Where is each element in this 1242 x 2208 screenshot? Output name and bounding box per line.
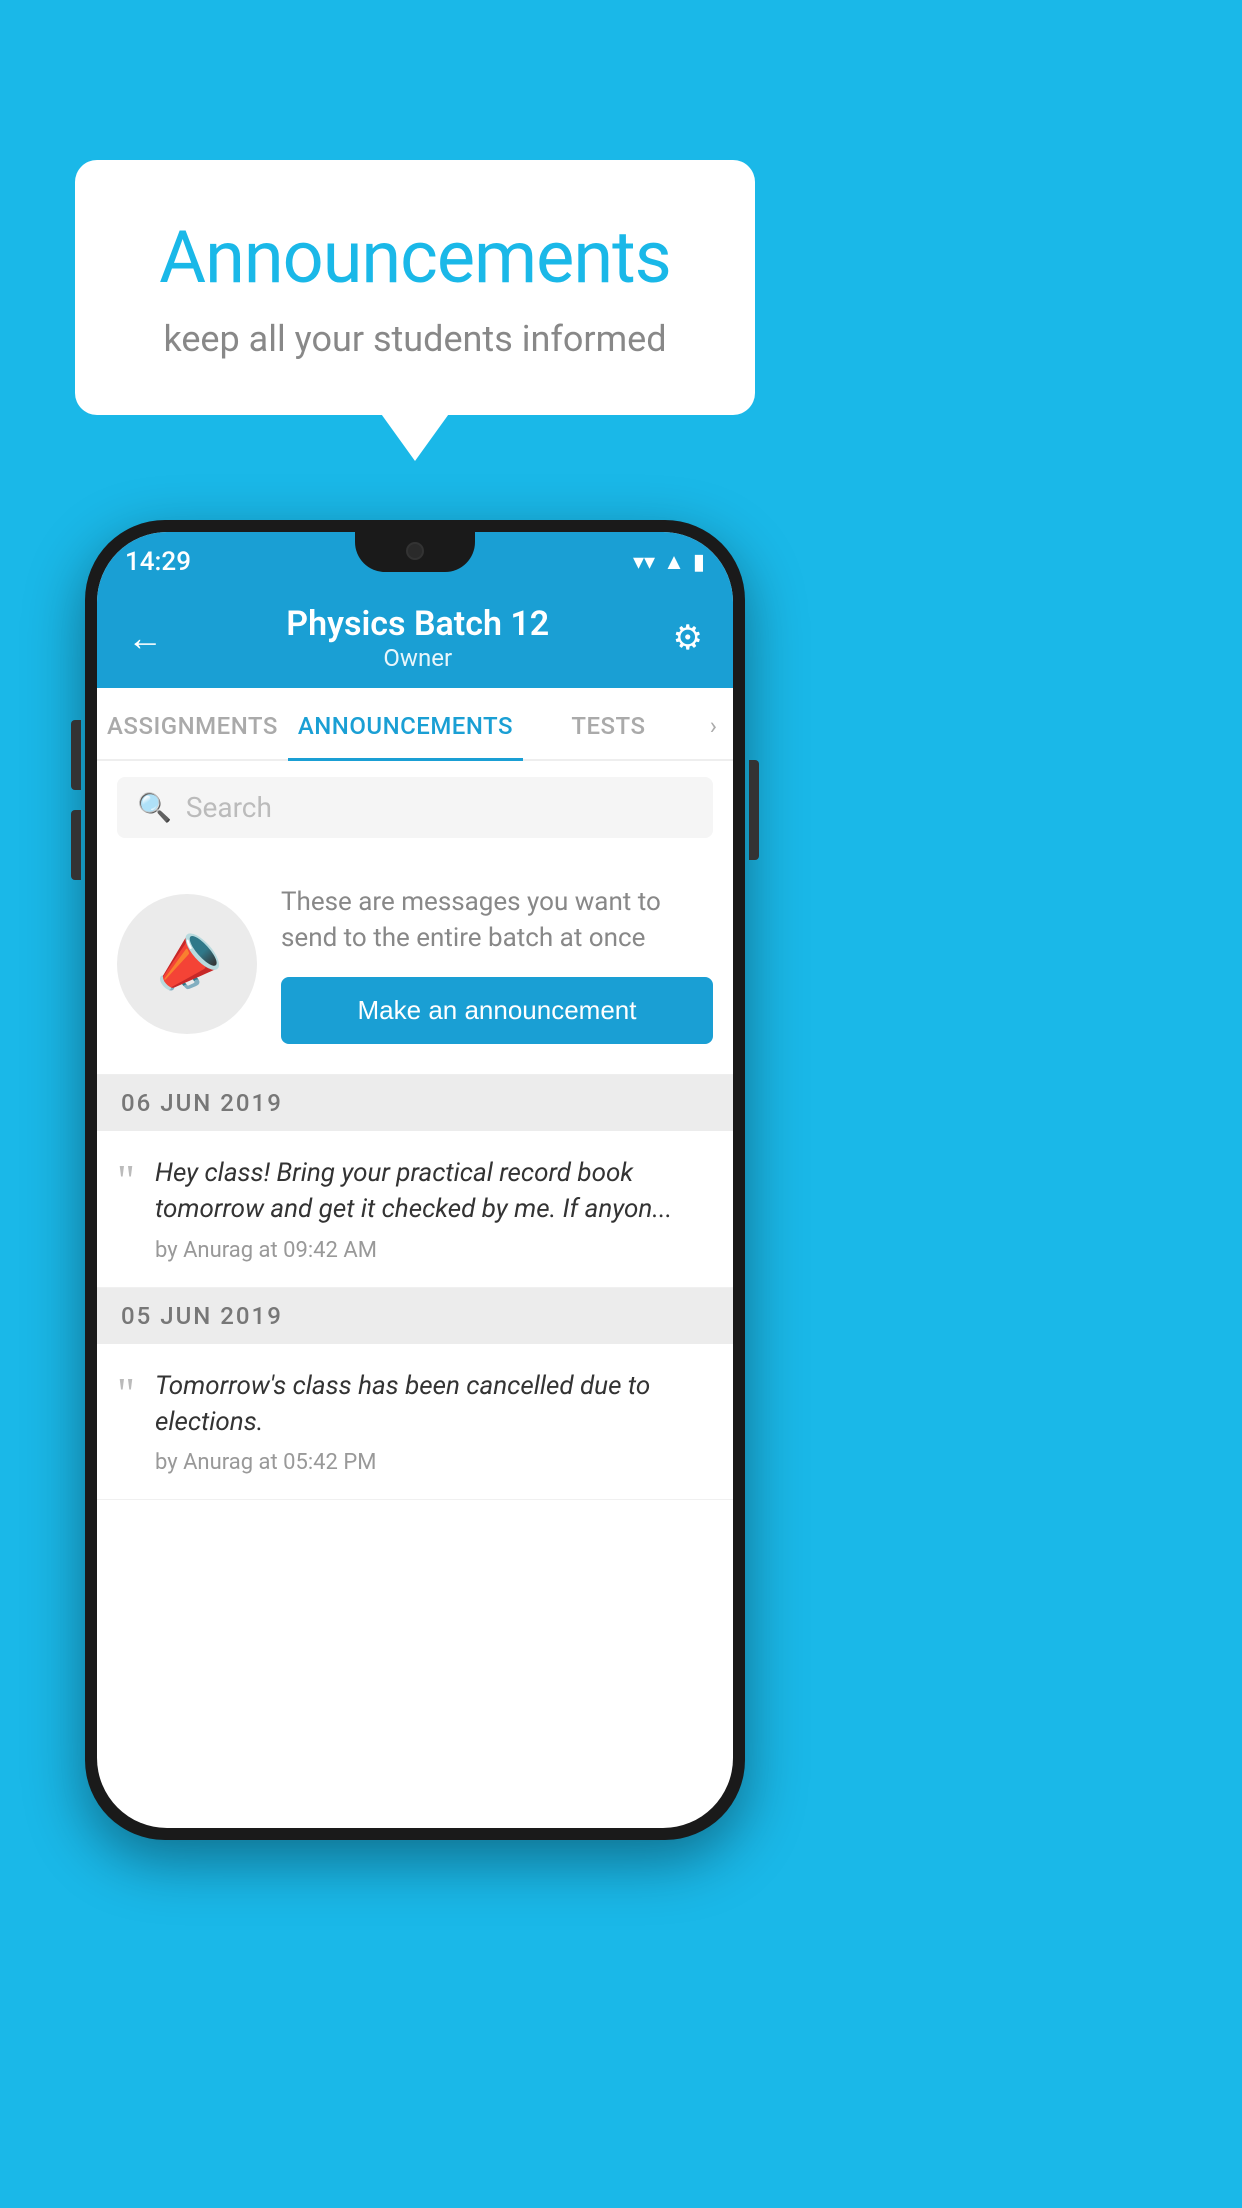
announcement-meta-1: by Anurag at 09:42 AM [155, 1238, 713, 1263]
announcement-item-1: " Hey class! Bring your practical record… [97, 1131, 733, 1288]
signal-icon: ▲ [663, 549, 685, 575]
notch [355, 532, 475, 572]
tab-announcements[interactable]: ANNOUNCEMENTS [288, 688, 523, 761]
bubble-subtitle: keep all your students informed [135, 318, 695, 360]
bubble-title: Announcements [135, 215, 695, 300]
announcement-text-2: Tomorrow's class has been cancelled due … [155, 1368, 713, 1441]
tab-tests[interactable]: TESTS [523, 688, 694, 759]
phone-mockup: 14:29 ▾▾ ▲ ▮ ← Physics Batch 12 Owner ⚙ [85, 520, 745, 2170]
quote-icon-2: " [117, 1372, 135, 1416]
owner-label: Owner [286, 644, 549, 672]
tab-assignments[interactable]: ASSIGNMENTS [97, 688, 288, 759]
date-separator-1: 06 JUN 2019 [97, 1075, 733, 1131]
tabs-bar: ASSIGNMENTS ANNOUNCEMENTS TESTS › [97, 688, 733, 761]
speech-bubble-container: Announcements keep all your students inf… [75, 160, 755, 415]
promo-content: These are messages you want to send to t… [281, 884, 713, 1044]
back-button[interactable]: ← [127, 617, 163, 659]
app-header: ← Physics Batch 12 Owner ⚙ [97, 584, 733, 688]
settings-icon[interactable]: ⚙ [673, 618, 703, 658]
search-icon: 🔍 [137, 791, 172, 824]
promo-description: These are messages you want to send to t… [281, 884, 713, 957]
announcement-text-1: Hey class! Bring your practical record b… [155, 1155, 713, 1228]
tabs-more[interactable]: › [694, 688, 733, 759]
promo-icon-circle: 📣 [117, 894, 257, 1034]
announcement-meta-2: by Anurag at 05:42 PM [155, 1450, 713, 1475]
promo-section: 📣 These are messages you want to send to… [97, 854, 733, 1075]
announcement-content-1: Hey class! Bring your practical record b… [155, 1155, 713, 1263]
camera [406, 542, 424, 560]
status-icons: ▾▾ ▲ ▮ [633, 549, 705, 575]
volume-down-button [71, 810, 81, 880]
status-time: 14:29 [125, 547, 191, 577]
make-announcement-button[interactable]: Make an announcement [281, 977, 713, 1044]
speech-bubble: Announcements keep all your students inf… [75, 160, 755, 415]
wifi-icon: ▾▾ [633, 550, 655, 575]
date-separator-2: 05 JUN 2019 [97, 1288, 733, 1344]
megaphone-icon: 📣 [143, 921, 231, 1007]
search-bar[interactable]: 🔍 Search [117, 777, 713, 838]
volume-up-button [71, 720, 81, 790]
search-container: 🔍 Search [97, 761, 733, 854]
phone-screen: 14:29 ▾▾ ▲ ▮ ← Physics Batch 12 Owner ⚙ [97, 532, 733, 1828]
battery-icon: ▮ [693, 550, 705, 575]
quote-icon-1: " [117, 1159, 135, 1203]
announcement-content-2: Tomorrow's class has been cancelled due … [155, 1368, 713, 1476]
announcement-item-2: " Tomorrow's class has been cancelled du… [97, 1344, 733, 1501]
search-placeholder: Search [186, 791, 272, 824]
phone-outer: 14:29 ▾▾ ▲ ▮ ← Physics Batch 12 Owner ⚙ [85, 520, 745, 1840]
batch-title: Physics Batch 12 [286, 604, 549, 644]
power-button [749, 760, 759, 860]
header-center: Physics Batch 12 Owner [286, 604, 549, 672]
